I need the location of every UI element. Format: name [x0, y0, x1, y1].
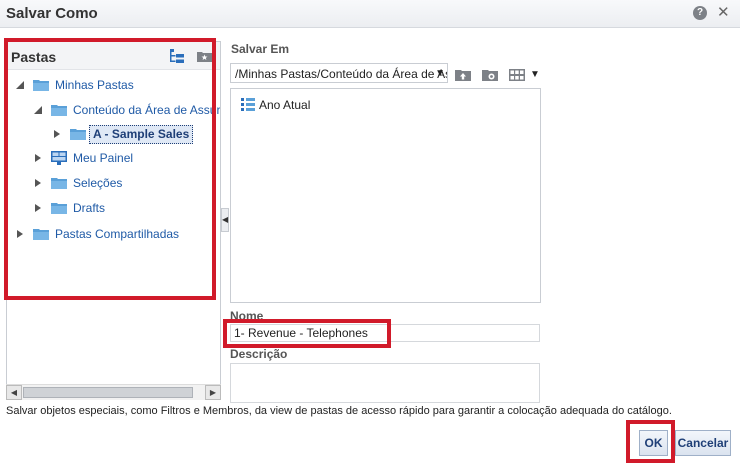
folder-icon	[51, 105, 67, 116]
description-label: Descrição	[230, 347, 288, 361]
description-input[interactable]	[230, 363, 540, 403]
scrollbar-thumb[interactable]	[23, 387, 193, 398]
dashboard-icon	[51, 151, 67, 165]
catalog-note: Salvar objetos especiais, como Filtros e…	[6, 405, 672, 417]
expand-arrow-icon[interactable]	[33, 203, 43, 213]
tree-item-label: Meu Painel	[73, 151, 134, 165]
dialog-title: Salvar Como	[6, 5, 98, 22]
expand-arrow-icon[interactable]	[33, 178, 43, 188]
tree-item-label: Seleções	[73, 176, 123, 190]
collapse-arrow-icon[interactable]	[15, 80, 25, 90]
new-folder-icon[interactable]	[197, 50, 212, 62]
new-folder-icon[interactable]	[482, 68, 498, 81]
cancel-button[interactable]: Cancelar	[675, 430, 731, 456]
save-in-label: Salvar Em	[231, 42, 290, 56]
scroll-right-icon[interactable]: ▶	[205, 385, 221, 400]
expand-arrow-icon[interactable]	[52, 129, 62, 139]
chevron-down-icon[interactable]: ▼	[435, 68, 445, 79]
tree-item-label: Minhas Pastas	[55, 78, 134, 92]
save-as-dialog: Salvar Como ? ✕ Pastas Minhas Pastas Con…	[0, 0, 740, 463]
list-item-label: Ano Atual	[259, 98, 311, 112]
save-in-path-value: /Minhas Pastas/Conteúdo da Área de Assur	[235, 67, 448, 81]
name-label: Nome	[230, 309, 264, 323]
folders-horizontal-scrollbar[interactable]: ◀ ▶	[6, 384, 221, 400]
ok-button[interactable]: OK	[639, 430, 668, 456]
tree-item-label-selected: A - Sample Sales	[89, 125, 194, 144]
tree-item-conteudo[interactable]: Conteúdo da Área de Assur	[33, 100, 220, 120]
folder-up-icon[interactable]	[455, 68, 471, 81]
analysis-icon	[241, 98, 255, 111]
collapse-arrow-icon[interactable]	[33, 105, 43, 115]
view-options-icon[interactable]	[509, 69, 525, 81]
panel-splitter-collapse[interactable]: ◀	[221, 208, 229, 232]
close-icon[interactable]: ✕	[717, 3, 730, 21]
save-in-path-select[interactable]: /Minhas Pastas/Conteúdo da Área de Assur…	[230, 63, 448, 83]
expand-arrow-icon[interactable]	[15, 229, 25, 239]
name-input[interactable]	[230, 324, 540, 342]
dialog-titlebar: Salvar Como ? ✕	[0, 0, 740, 28]
folders-header: Pastas	[7, 42, 220, 70]
tree-item-label: Conteúdo da Área de Assur	[73, 103, 220, 117]
save-in-contents-list: Ano Atual	[230, 88, 541, 303]
tree-item-label: Pastas Compartilhadas	[55, 227, 180, 241]
folder-icon	[70, 129, 86, 140]
folder-icon	[51, 203, 67, 214]
tree-item-label: Drafts	[73, 201, 106, 215]
folder-icon	[51, 178, 67, 189]
folder-icon	[33, 229, 49, 240]
help-icon[interactable]: ?	[693, 6, 707, 20]
tree-view-icon[interactable]	[170, 49, 184, 63]
folders-panel: Pastas Minhas Pastas Conteúdo da Área de…	[6, 41, 221, 400]
expand-arrow-icon[interactable]	[33, 153, 43, 163]
chevron-down-icon[interactable]: ▼	[530, 69, 540, 80]
folders-title: Pastas	[11, 49, 57, 65]
folder-icon	[33, 80, 49, 91]
scroll-left-icon[interactable]: ◀	[6, 385, 22, 400]
